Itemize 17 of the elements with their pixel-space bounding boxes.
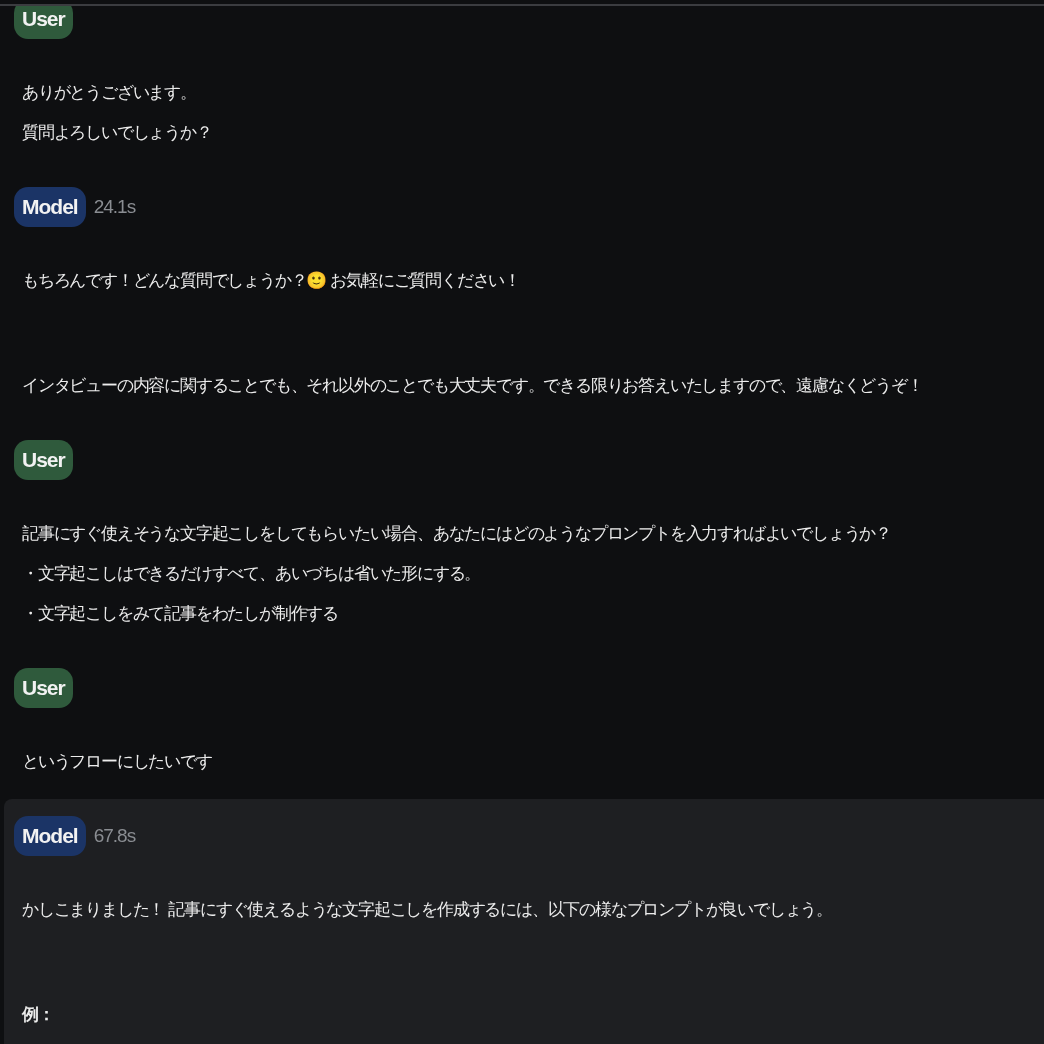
role-badge: User: [14, 6, 73, 39]
message-text: ありがとうございます。: [22, 81, 196, 104]
message-text: ・文字起こしはできるだけすべて、あいづちは省いた形にする。: [22, 562, 481, 585]
message-text: 記事にすぐ使えそうな文字起こしをしてもらいたい場合、あなたにはどのようなプロンプトを入力すればよいでしょうか？: [22, 522, 891, 545]
message-text: というフローにしたいです: [22, 750, 212, 773]
message-text: 例：: [22, 1003, 54, 1026]
message-text: 質問よろしいでしょうか？: [22, 121, 212, 144]
role-badge: User: [14, 668, 73, 708]
message-text: インタビューの内容に関することでも、それ以外のことでも大丈夫です。できる限りお答えいたしますので、遠慮なくどうぞ！: [22, 374, 923, 397]
message-text: ・文字起こしをみて記事をわたしが制作する: [22, 602, 338, 625]
role-badge: Model: [14, 816, 86, 856]
response-time: 67.8s: [93, 825, 136, 847]
message-text: かしこまりました！ 記事にすぐ使えるような文字起こしを作成するには、以下の様なプロンプトが良いでしょう。: [22, 898, 832, 921]
message-text: もちろんです！どんな質問でしょうか？🙂 お気軽にご質問ください！: [22, 269, 520, 292]
response-time: 24.1s: [93, 196, 136, 218]
role-badge: Model: [14, 187, 86, 227]
role-badge: User: [14, 440, 73, 480]
